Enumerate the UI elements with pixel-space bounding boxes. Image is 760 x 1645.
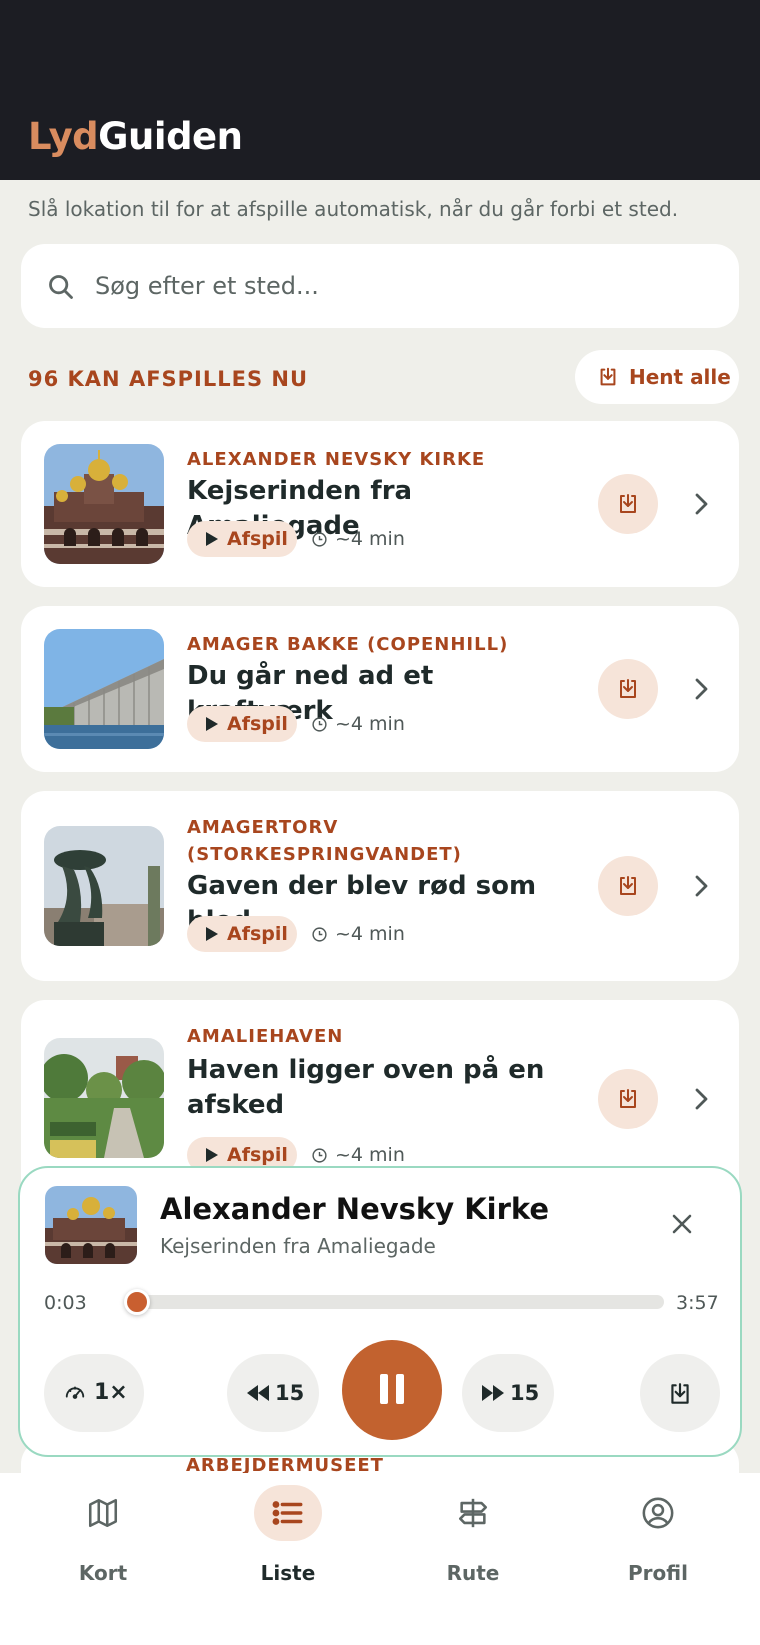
item-category-continued: (STORKESPRINGVANDET) — [187, 844, 462, 865]
list-item[interactable]: ALEXANDER NEVSKY KIRKE Kejserinden fra A… — [21, 421, 739, 587]
nav-item-rute[interactable]: Rute — [403, 1473, 543, 1593]
nav-label: Profil — [628, 1561, 688, 1585]
item-title-continued: afsked — [187, 1090, 285, 1120]
play-icon — [206, 717, 218, 731]
play-label: Afspil — [227, 713, 288, 735]
clock-icon — [312, 1148, 327, 1163]
list-icon — [272, 1501, 303, 1525]
map-icon — [88, 1498, 118, 1528]
download-icon — [620, 876, 636, 895]
app-header: LydGuiden — [0, 0, 760, 180]
download-icon — [620, 494, 636, 513]
play-button[interactable]: Afspil — [187, 706, 297, 742]
download-icon — [620, 679, 636, 698]
rewind-icon — [247, 1385, 269, 1401]
download-icon — [620, 1089, 636, 1108]
player-thumbnail — [45, 1186, 137, 1264]
item-category: AMALIEHAVEN — [187, 1026, 344, 1047]
list-item[interactable]: AMAGER BAKKE (COPENHILL) Du går ned ad e… — [21, 606, 739, 772]
download-all-button[interactable]: Hent alle — [575, 350, 739, 404]
duration-label: ~4 min — [335, 1144, 405, 1166]
duration-label: ~4 min — [335, 713, 405, 735]
clock-icon — [312, 717, 327, 732]
nav-icon-wrap — [69, 1485, 137, 1541]
close-icon[interactable] — [670, 1212, 694, 1236]
rewind-15-button[interactable]: 15 — [227, 1354, 319, 1432]
download-button[interactable] — [598, 474, 658, 534]
logo-part-lyd: Lyd — [28, 115, 99, 158]
speedometer-icon — [65, 1386, 85, 1399]
list-item[interactable]: AMAGERTORV (STORKESPRINGVANDET) Gaven de… — [21, 791, 739, 981]
nav-label: Liste — [260, 1561, 316, 1585]
download-button[interactable] — [598, 856, 658, 916]
download-all-label: Hent alle — [629, 365, 731, 389]
play-icon — [206, 532, 218, 546]
bottom-navigation: Kort Liste Rute Profil — [0, 1473, 760, 1645]
progress-track[interactable] — [130, 1295, 664, 1309]
play-icon — [206, 927, 218, 941]
nav-item-kort[interactable]: Kort — [33, 1473, 173, 1593]
nav-label: Rute — [446, 1561, 500, 1585]
user-circle-icon — [642, 1497, 674, 1529]
logo-part-guiden: Guiden — [98, 115, 243, 158]
pause-icon — [380, 1374, 388, 1404]
play-button[interactable]: Afspil — [187, 916, 297, 952]
total-time: 3:57 — [676, 1292, 719, 1314]
download-button[interactable] — [598, 1069, 658, 1129]
search-placeholder: Søg efter et sted... — [95, 272, 319, 300]
forward-15-button[interactable]: 15 — [462, 1354, 554, 1432]
pause-icon-bar — [396, 1374, 404, 1404]
place-thumbnail — [44, 1038, 164, 1158]
playable-count: 96 KAN AFSPILLES NU — [28, 367, 309, 391]
nav-item-profil[interactable]: Profil — [588, 1473, 728, 1593]
play-icon — [206, 1148, 218, 1162]
nav-item-liste[interactable]: Liste — [218, 1473, 358, 1593]
player-subtitle: Kejserinden fra Amaliegade — [160, 1234, 436, 1258]
clock-icon — [312, 927, 327, 942]
audio-player: Alexander Nevsky Kirke Kejserinden fra A… — [18, 1166, 742, 1457]
duration-label: ~4 min — [335, 528, 405, 550]
current-time: 0:03 — [44, 1292, 87, 1314]
pause-button[interactable] — [342, 1340, 442, 1440]
place-thumbnail — [44, 826, 164, 946]
place-thumbnail — [44, 629, 164, 749]
search-icon — [49, 275, 73, 299]
search-input[interactable]: Søg efter et sted... — [21, 244, 739, 328]
chevron-right-icon[interactable] — [691, 872, 711, 900]
play-label: Afspil — [227, 923, 288, 945]
download-button[interactable] — [598, 659, 658, 719]
fast-forward-icon — [482, 1385, 504, 1401]
chevron-right-icon[interactable] — [691, 1085, 711, 1113]
player-title: Alexander Nevsky Kirke — [160, 1192, 550, 1226]
item-category: AMAGERTORV — [187, 817, 339, 838]
play-label: Afspil — [227, 528, 288, 550]
download-icon — [600, 367, 616, 386]
item-title: Haven ligger oven på en — [187, 1055, 545, 1085]
player-download-button[interactable] — [640, 1354, 720, 1432]
rewind-label: 15 — [275, 1381, 305, 1405]
place-thumbnail — [44, 444, 164, 564]
nav-icon-wrap — [624, 1485, 692, 1541]
signpost-icon — [458, 1498, 488, 1528]
chevron-right-icon[interactable] — [691, 675, 711, 703]
play-button[interactable]: Afspil — [187, 521, 297, 557]
playback-speed-button[interactable]: 1× — [44, 1354, 144, 1432]
forward-label: 15 — [510, 1381, 540, 1405]
chevron-right-icon[interactable] — [691, 490, 711, 518]
item-category: AMAGER BAKKE (COPENHILL) — [187, 634, 509, 655]
clock-icon — [312, 532, 327, 547]
speed-label: 1× — [94, 1380, 128, 1405]
progress-handle[interactable] — [123, 1289, 150, 1315]
play-label: Afspil — [227, 1144, 288, 1166]
nav-icon-wrap — [439, 1485, 507, 1541]
download-icon — [671, 1383, 689, 1404]
location-hint: Slå lokation til for at afspille automat… — [28, 197, 679, 221]
app-logo: LydGuiden — [28, 112, 243, 162]
duration-label: ~4 min — [335, 923, 405, 945]
nav-label: Kort — [78, 1561, 128, 1585]
nav-icon-wrap — [254, 1485, 322, 1541]
item-category: ALEXANDER NEVSKY KIRKE — [187, 449, 486, 470]
